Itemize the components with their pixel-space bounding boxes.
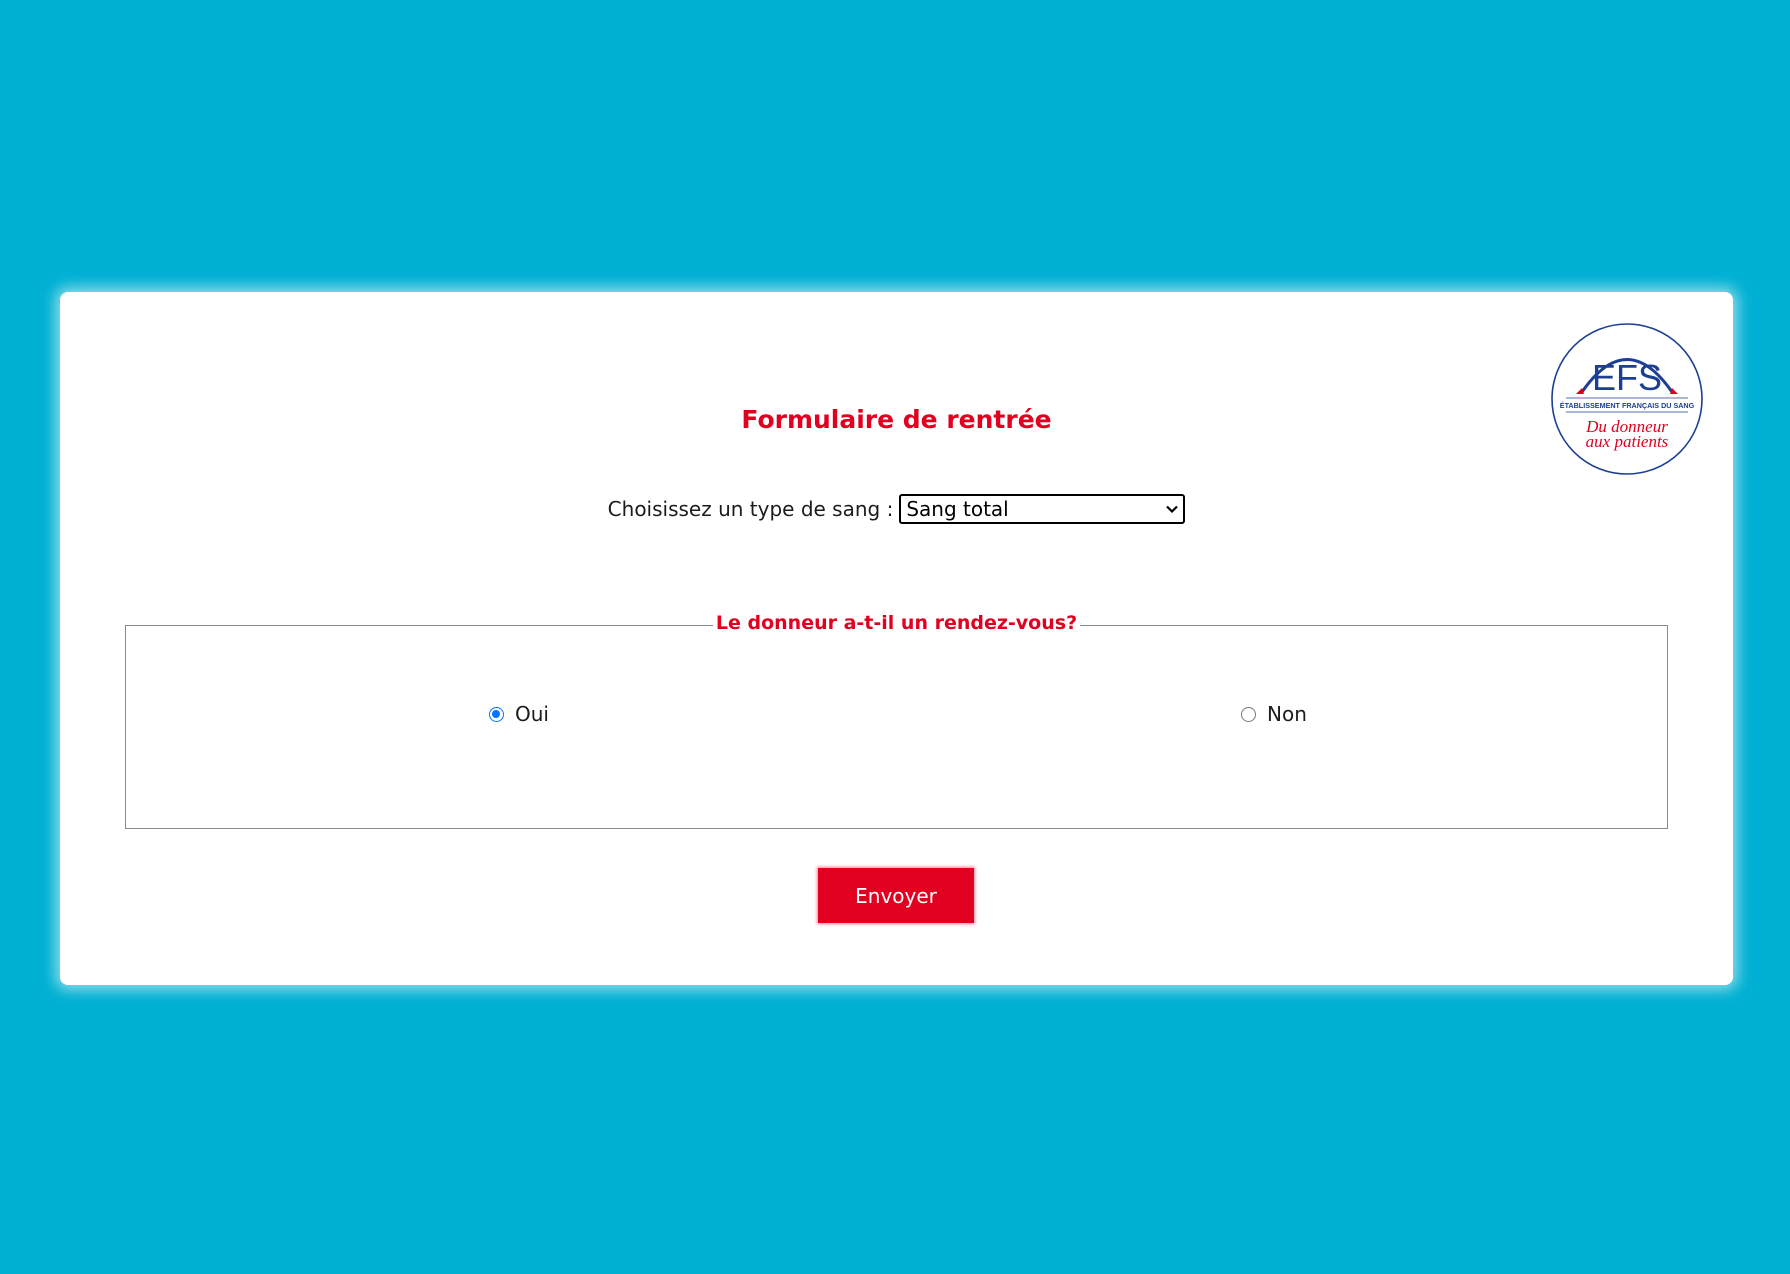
logo-main-text: EFS xyxy=(1592,357,1662,398)
chevron-down-icon xyxy=(1166,505,1179,514)
blood-type-label: Choisissez un type de sang : xyxy=(607,497,894,521)
blood-type-selected-value: Sang total xyxy=(906,497,1009,521)
logo-tagline-2: aux patients xyxy=(1586,432,1669,451)
radio-label-oui: Oui xyxy=(515,702,549,726)
page-title: Formulaire de rentrée xyxy=(741,405,1052,434)
radio-button-non[interactable] xyxy=(1241,706,1256,722)
blood-type-row: Choisissez un type de sang : Sang total xyxy=(60,494,1733,524)
appointment-fieldset: Le donneur a-t-il un rendez-vous? Oui No… xyxy=(125,612,1668,829)
radio-option-oui[interactable]: Oui xyxy=(489,702,549,726)
efs-logo: EFS ÉTABLISSEMENT FRANÇAIS DU SANG Du do… xyxy=(1551,323,1703,475)
blood-type-select[interactable]: Sang total xyxy=(899,494,1186,524)
appointment-legend-text: Le donneur a-t-il un rendez-vous? xyxy=(712,612,1081,634)
appointment-legend: Le donneur a-t-il un rendez-vous? xyxy=(126,612,1667,634)
submit-button[interactable]: Envoyer xyxy=(818,868,974,923)
radio-option-non[interactable]: Non xyxy=(1241,702,1307,726)
radio-label-non: Non xyxy=(1267,702,1307,726)
radio-button-oui[interactable] xyxy=(489,706,504,722)
form-card: EFS ÉTABLISSEMENT FRANÇAIS DU SANG Du do… xyxy=(60,292,1733,985)
